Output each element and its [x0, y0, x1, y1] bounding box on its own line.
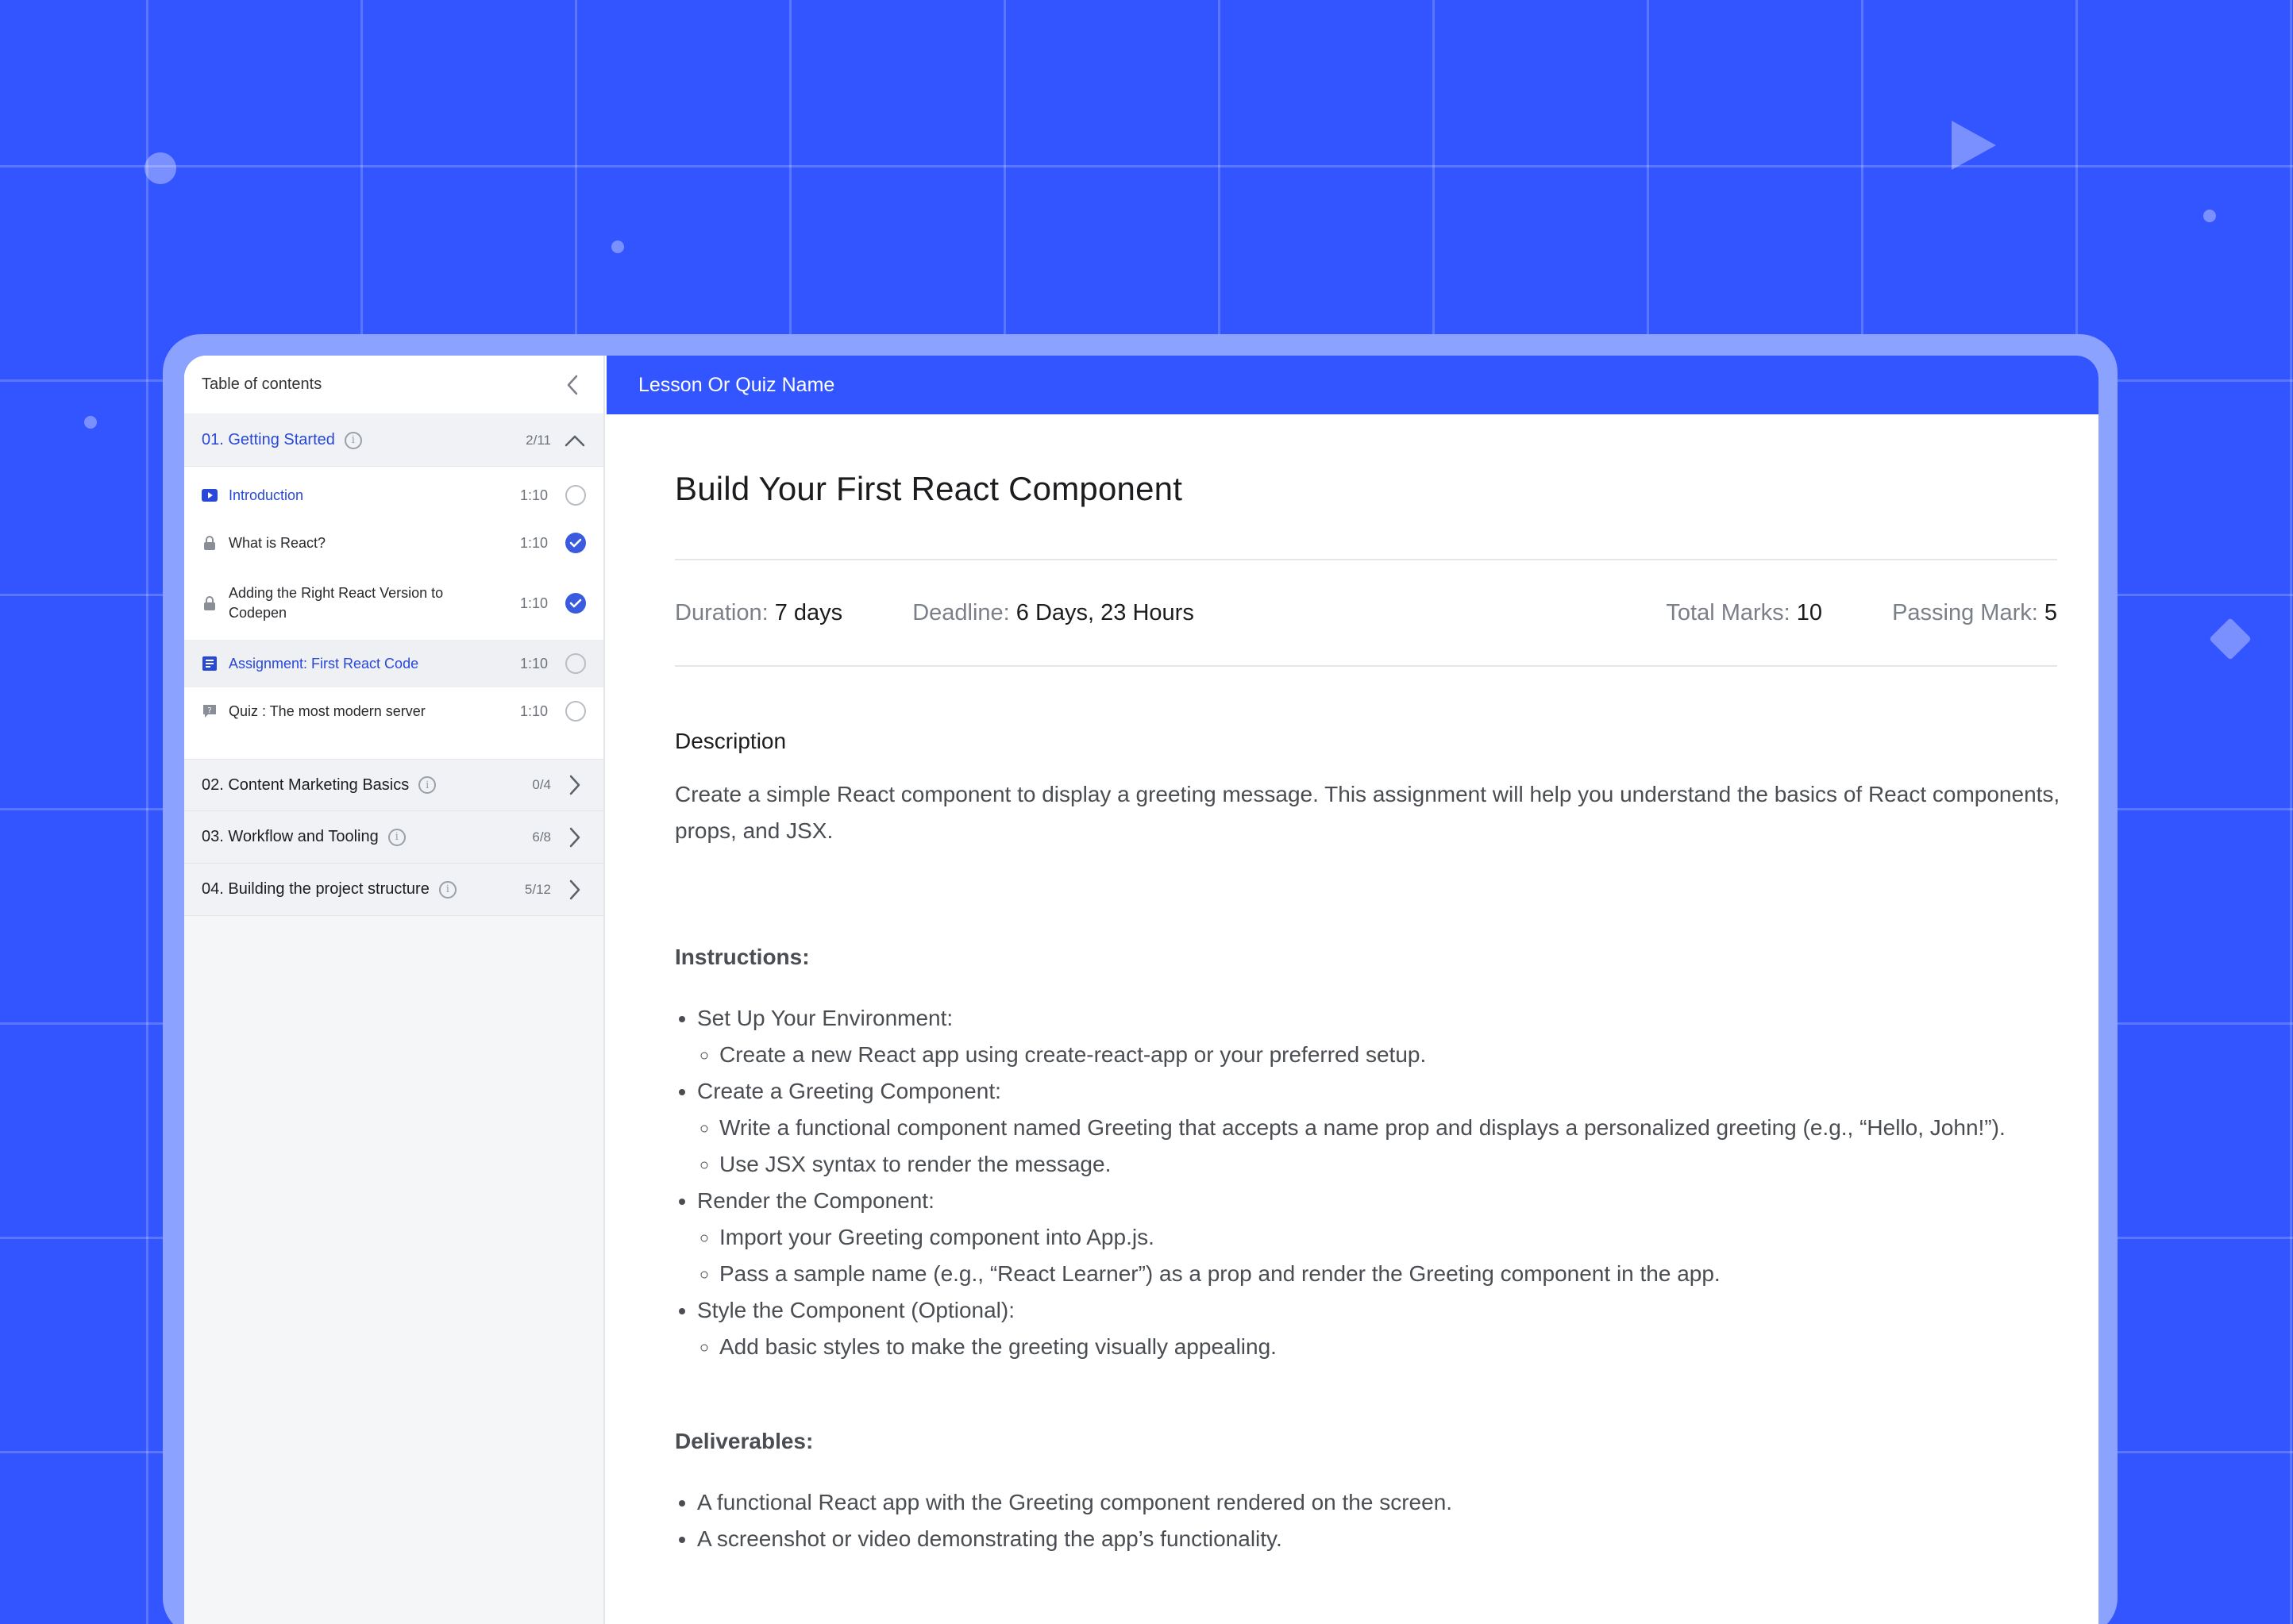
instructions-heading: Instructions:: [675, 945, 810, 969]
decorative-diamond: [2209, 618, 2252, 660]
chevron-right-icon[interactable]: [564, 774, 586, 796]
lesson-item-assignment[interactable]: Assignment: First React Code 1:10: [184, 640, 603, 687]
deliverable-item: A screenshot or video demonstrating the …: [697, 1521, 2057, 1557]
section-workflow-tooling[interactable]: 03. Workflow and Tooling i 6/8: [184, 811, 603, 864]
section-progress: 5/12: [524, 881, 551, 897]
incomplete-circle-icon: [565, 653, 586, 674]
lesson-item-quiz[interactable]: ? Quiz : The most modern server 1:10: [184, 687, 603, 735]
instruction-substep: Import your Greeting component into App.…: [719, 1219, 2063, 1256]
description-text: Create a simple React component to displ…: [675, 782, 2060, 843]
incomplete-circle-icon: [565, 485, 586, 506]
instruction-step-text: Render the Component:: [697, 1188, 935, 1213]
section-progress: 2/11: [526, 432, 551, 448]
duration-info: Duration: 7 days: [675, 600, 842, 626]
info-icon[interactable]: i: [418, 776, 437, 794]
deadline-label: Deadline:: [912, 599, 1010, 625]
section-name: 02. Content Marketing Basics: [202, 775, 410, 794]
deliverable-item: A functional React app with the Greeting…: [697, 1484, 2057, 1521]
section-progress: 0/4: [532, 777, 551, 792]
checkmark-icon: [565, 533, 586, 553]
section-content-marketing[interactable]: 02. Content Marketing Basics i 0/4: [184, 759, 603, 811]
lesson-name: Adding the Right React Version to Codepe…: [229, 585, 444, 621]
instructions-list: Set Up Your Environment: Create a new Re…: [675, 1000, 2057, 1365]
checkmark-icon: [565, 593, 586, 614]
section-progress: 6/8: [532, 829, 551, 845]
instruction-substep: Use JSX syntax to render the message.: [719, 1146, 2063, 1183]
lesson-topbar: Lesson Or Quiz Name: [607, 356, 2098, 414]
marks-info: Total Marks: 10 Passing Mark: 5: [1666, 600, 2057, 626]
description-heading: Description: [675, 729, 787, 753]
page-title: Build Your First React Component: [675, 470, 1183, 507]
deliverables-list: A functional React app with the Greeting…: [675, 1484, 2057, 1557]
lesson-list: Introduction 1:10 What is React? 1:10 Ad…: [184, 467, 603, 759]
lesson-name: Assignment: First React Code: [229, 655, 419, 672]
course-player: Table of contents 01. Getting Started i …: [184, 356, 2098, 1624]
section-project-structure[interactable]: 04. Building the project structure i 5/1…: [184, 864, 603, 916]
incomplete-circle-icon: [565, 701, 586, 722]
lesson-content: Build Your First React Component Duratio…: [607, 414, 2098, 1557]
chevron-up-icon[interactable]: [564, 429, 586, 452]
lesson-item-adding-react-version[interactable]: Adding the Right React Version to Codepe…: [184, 567, 603, 640]
deadline-value: 6 Days, 23 Hours: [1015, 599, 1194, 625]
decorative-dot: [84, 416, 97, 429]
instruction-substep: Write a functional component named Greet…: [719, 1110, 2063, 1146]
lesson-item-introduction[interactable]: Introduction 1:10: [184, 471, 603, 519]
total-marks-value: 10: [1796, 599, 1823, 625]
total-marks-info: Total Marks: 10: [1666, 600, 1822, 626]
video-icon: [202, 487, 218, 503]
sidebar-title: Table of contents: [202, 375, 322, 393]
total-marks-label: Total Marks:: [1666, 599, 1790, 625]
instruction-substep: Add basic styles to make the greeting vi…: [719, 1329, 2063, 1365]
instruction-substep: Pass a sample name (e.g., “React Learner…: [719, 1256, 2063, 1292]
assignment-icon: [202, 656, 218, 672]
lesson-name: Introduction: [229, 487, 304, 503]
decorative-dot: [611, 241, 624, 253]
section-getting-started[interactable]: 01. Getting Started i 2/11: [184, 414, 603, 467]
lesson-duration: 1:10: [519, 702, 548, 719]
lesson-item-what-is-react[interactable]: What is React? 1:10: [184, 519, 603, 567]
section-name: 03. Workflow and Tooling: [202, 828, 379, 845]
instruction-step: Render the Component: Import your Greeti…: [697, 1183, 2057, 1292]
lesson-duration: 1:10: [519, 487, 548, 503]
sidebar-header: Table of contents: [184, 356, 603, 414]
lesson-duration: 1:10: [519, 655, 548, 672]
table-of-contents-sidebar: Table of contents 01. Getting Started i …: [184, 356, 605, 1624]
section-name: 01. Getting Started: [202, 431, 335, 448]
passing-mark-label: Passing Mark:: [1892, 599, 2038, 625]
deliverables-heading: Deliverables:: [675, 1429, 814, 1453]
lesson-name: What is React?: [229, 534, 326, 551]
passing-mark-info: Passing Mark: 5: [1892, 600, 2057, 626]
instruction-step: Create a Greeting Component: Write a fun…: [697, 1073, 2057, 1183]
section-name: 04. Building the project structure: [202, 880, 430, 898]
decorative-play-icon: [1952, 121, 1996, 170]
lock-icon: [202, 595, 218, 611]
info-icon[interactable]: i: [344, 431, 362, 449]
instruction-step: Set Up Your Environment: Create a new Re…: [697, 1000, 2057, 1073]
instruction-step-text: Create a Greeting Component:: [697, 1079, 1001, 1103]
instruction-step-text: Set Up Your Environment:: [697, 1006, 954, 1030]
lesson-main: Lesson Or Quiz Name Build Your First Rea…: [607, 356, 2098, 1624]
lesson-duration: 1:10: [519, 595, 548, 611]
decorative-dot: [145, 152, 176, 184]
assignment-meta: Duration: 7 days Deadline: 6 Days, 23 Ho…: [675, 559, 2057, 667]
passing-mark-value: 5: [2044, 599, 2057, 625]
svg-text:?: ?: [207, 706, 211, 715]
duration-label: Duration:: [675, 599, 769, 625]
instruction-step: Style the Component (Optional): Add basi…: [697, 1292, 2057, 1365]
lesson-duration: 1:10: [519, 534, 548, 551]
deadline-info: Deadline: 6 Days, 23 Hours: [912, 600, 1194, 626]
chevron-right-icon[interactable]: [564, 879, 586, 901]
instruction-step-text: Style the Component (Optional):: [697, 1298, 1015, 1322]
instruction-substep: Create a new React app using create-reac…: [719, 1037, 2063, 1073]
quiz-icon: ?: [202, 703, 218, 719]
duration-value: 7 days: [774, 599, 843, 625]
decorative-dot: [2203, 210, 2216, 222]
info-icon[interactable]: i: [387, 828, 406, 846]
lock-icon: [202, 535, 218, 551]
lesson-name: Quiz : The most modern server: [229, 702, 426, 719]
chevron-left-icon[interactable]: [559, 371, 586, 398]
chevron-right-icon[interactable]: [564, 826, 586, 849]
topbar-title: Lesson Or Quiz Name: [638, 373, 835, 396]
info-icon[interactable]: i: [438, 880, 457, 899]
